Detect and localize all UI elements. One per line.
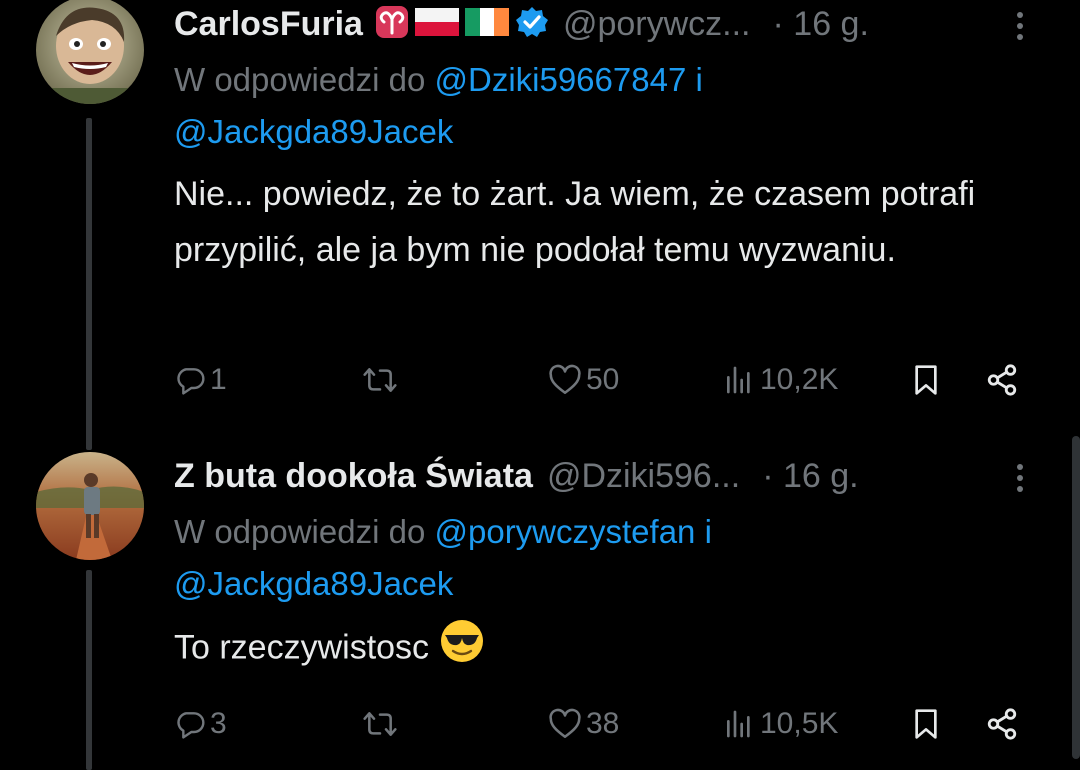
bookmark-icon bbox=[915, 709, 937, 739]
tweet-content: Z buta dookoła Świata @Dziki596... · 16 … bbox=[174, 452, 1040, 681]
thread-line-top bbox=[86, 440, 92, 450]
reply-icon bbox=[177, 712, 205, 739]
tweet-carlosfuria[interactable]: CarlosFuria @porywcz... · 16 g. W odpowi… bbox=[0, 0, 1080, 448]
more-options-icon[interactable] bbox=[1000, 458, 1040, 498]
retweet-icon bbox=[363, 712, 397, 736]
views-button[interactable]: 10,5K bbox=[722, 704, 838, 744]
reply-prefix: W odpowiedzi do bbox=[174, 61, 435, 98]
verified-badge-icon bbox=[515, 5, 549, 44]
thread-line-bottom bbox=[86, 570, 92, 770]
bookmark-button[interactable] bbox=[910, 360, 942, 400]
bookmark-icon bbox=[915, 365, 937, 395]
more-options-icon[interactable] bbox=[1000, 6, 1040, 46]
like-button[interactable]: 38 bbox=[548, 704, 619, 744]
like-count: 50 bbox=[586, 363, 620, 396]
views-icon bbox=[727, 710, 750, 738]
heart-icon bbox=[549, 708, 581, 739]
reply-join: i bbox=[686, 61, 703, 98]
views-icon bbox=[727, 366, 750, 394]
author-name[interactable]: CarlosFuria bbox=[174, 5, 363, 44]
retweet-icon bbox=[363, 368, 397, 392]
avatar[interactable] bbox=[36, 0, 144, 104]
tweet-header: Z buta dookoła Świata @Dziki596... · 16 … bbox=[174, 452, 1040, 500]
tweet-actions: 1 50 10,2K bbox=[174, 360, 1040, 400]
author-name[interactable]: Z buta dookoła Świata bbox=[174, 457, 533, 496]
retweet-button[interactable] bbox=[362, 704, 402, 744]
reply-prefix: W odpowiedzi do bbox=[174, 513, 435, 550]
sunglasses-emoji-icon bbox=[439, 618, 485, 681]
tweet-text: Nie... powiedz, że to żart. Ja wiem, że … bbox=[174, 175, 976, 269]
tweet-timestamp[interactable]: · 16 g. bbox=[762, 457, 858, 496]
share-button[interactable] bbox=[984, 360, 1020, 400]
poland-flag-icon bbox=[414, 6, 459, 43]
reply-user-link[interactable]: @Dziki59667847 bbox=[434, 61, 686, 98]
tweet-text-container: To rzeczywistosc bbox=[174, 618, 1040, 681]
reply-context: W odpowiedzi do @Dziki59667847 i @Jackgd… bbox=[174, 54, 1040, 158]
reply-icon bbox=[177, 368, 205, 395]
avatar[interactable] bbox=[36, 452, 144, 560]
aries-icon bbox=[375, 5, 409, 44]
bookmark-button[interactable] bbox=[910, 704, 942, 744]
tweet-header: CarlosFuria @porywcz... · 16 g. bbox=[174, 0, 1040, 48]
reply-user-link[interactable]: @Jackgda89Jacek bbox=[174, 113, 453, 150]
reply-join: i bbox=[695, 513, 712, 550]
reply-button[interactable]: 3 bbox=[174, 704, 227, 744]
reply-context: W odpowiedzi do @porywczystefan i @Jackg… bbox=[174, 506, 1040, 610]
ireland-flag-icon bbox=[464, 6, 509, 43]
heart-icon bbox=[549, 364, 581, 395]
reply-count: 3 bbox=[210, 707, 227, 740]
tweet-actions: 3 38 10,5K bbox=[174, 704, 1040, 744]
tweet-timestamp[interactable]: · 16 g. bbox=[773, 5, 869, 44]
reply-user-link[interactable]: @porywczystefan bbox=[434, 513, 695, 550]
author-handle[interactable]: @Dziki596... bbox=[547, 457, 740, 496]
scrollbar[interactable] bbox=[1072, 436, 1080, 759]
tweet-text: To rzeczywistosc bbox=[174, 628, 430, 667]
author-badges bbox=[375, 5, 549, 44]
share-icon bbox=[987, 364, 1017, 396]
author-handle[interactable]: @porywcz... bbox=[563, 5, 751, 44]
tweet-zbuta[interactable]: Z buta dookoła Świata @Dziki596... · 16 … bbox=[0, 440, 1080, 770]
retweet-button[interactable] bbox=[362, 360, 402, 400]
views-count: 10,5K bbox=[760, 707, 839, 740]
like-button[interactable]: 50 bbox=[548, 360, 619, 400]
thread-line bbox=[86, 118, 92, 448]
views-count: 10,2K bbox=[760, 363, 839, 396]
views-button[interactable]: 10,2K bbox=[722, 360, 838, 400]
like-count: 38 bbox=[586, 707, 620, 740]
reply-button[interactable]: 1 bbox=[174, 360, 227, 400]
share-icon bbox=[987, 708, 1017, 740]
reply-user-link[interactable]: @Jackgda89Jacek bbox=[174, 565, 453, 602]
tweet-content: CarlosFuria @porywcz... · 16 g. W odpowi… bbox=[174, 0, 1040, 278]
reply-count: 1 bbox=[210, 363, 227, 396]
share-button[interactable] bbox=[984, 704, 1020, 744]
